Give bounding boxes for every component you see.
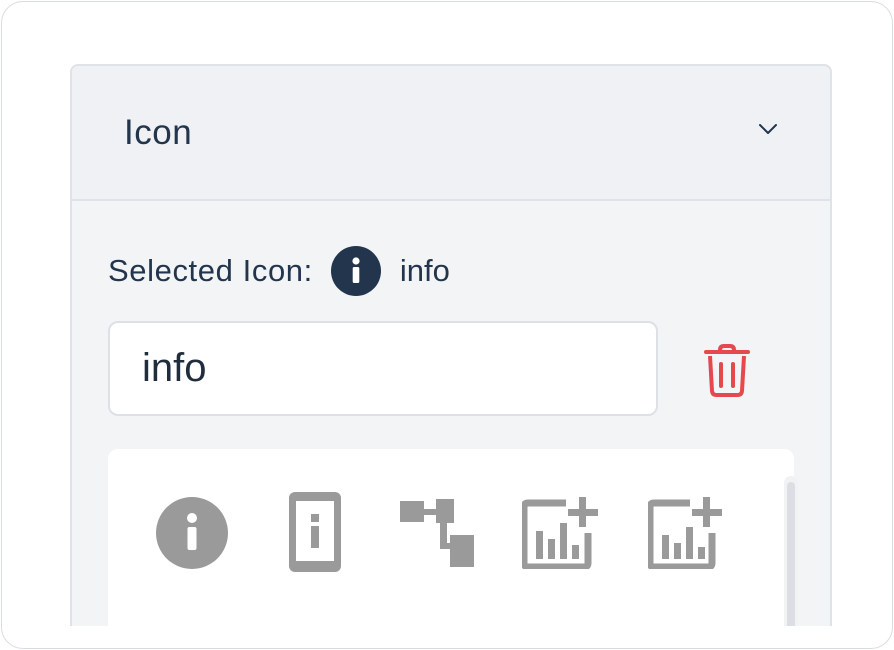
- selected-icon-label: Selected Icon:: [108, 253, 313, 288]
- icon-settings-panel: Icon Selected Icon: info: [70, 64, 832, 626]
- add-chart-icon[interactable]: [520, 497, 600, 574]
- scrollbar-thumb[interactable]: [787, 482, 795, 626]
- phone-info-icon[interactable]: [289, 492, 341, 577]
- accordion-header[interactable]: Icon: [72, 66, 830, 201]
- icon-grid-scrollbar[interactable]: [784, 476, 798, 626]
- chevron-down-icon[interactable]: [758, 122, 778, 141]
- icon-picker-grid: [108, 449, 798, 626]
- trash-icon[interactable]: [700, 342, 754, 398]
- selected-icon-row: Selected Icon: info: [108, 246, 450, 296]
- selected-icon-name: info: [399, 253, 450, 288]
- info-icon: [330, 246, 381, 296]
- info-icon[interactable]: [156, 497, 228, 574]
- icon-search-input[interactable]: [108, 321, 658, 416]
- panel-title: Icon: [124, 113, 193, 152]
- add-chart-alt-icon[interactable]: [646, 497, 722, 574]
- hierarchy-icon[interactable]: [400, 499, 474, 572]
- window-frame: Icon Selected Icon: info: [1, 1, 893, 649]
